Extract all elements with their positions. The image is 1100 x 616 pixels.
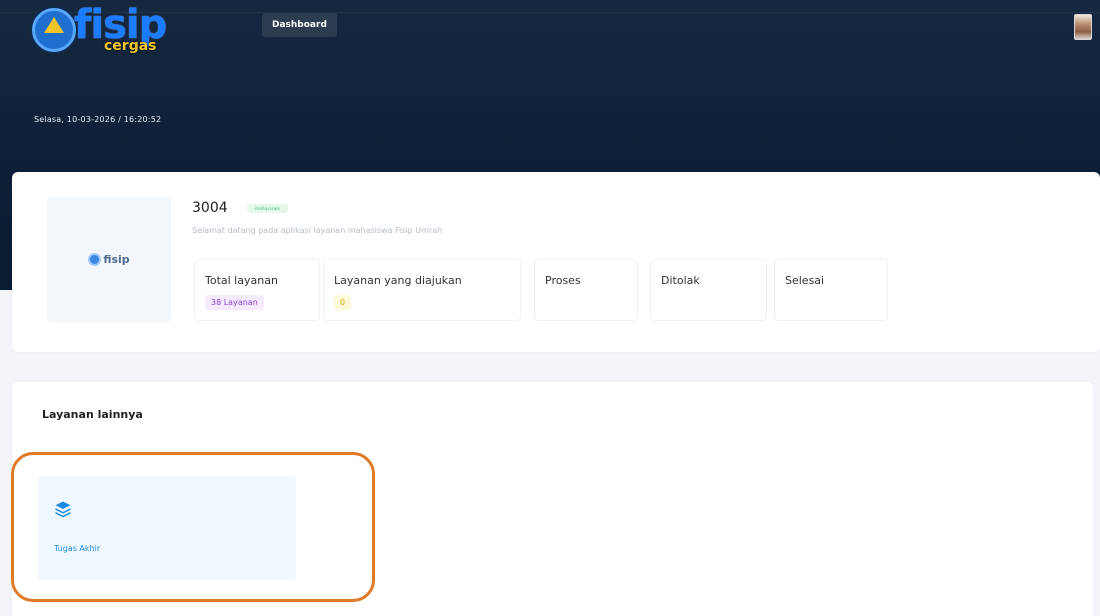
- logo-text: fisip: [103, 253, 130, 266]
- welcome-message: Selamat datang pada aplikasi layanan mah…: [192, 226, 443, 235]
- profile-logo: fisip: [47, 197, 171, 322]
- stat-value-badge: 38 Layanan: [205, 295, 264, 310]
- stat-layanan-diajukan[interactable]: Layanan yang diajukan 0: [323, 259, 521, 321]
- current-datetime: Selasa, 10-03-2026 / 16:20:52: [34, 115, 162, 124]
- stat-label: Layanan yang diajukan: [334, 274, 462, 287]
- stat-ditolak[interactable]: Ditolak: [650, 259, 767, 321]
- stat-label: Ditolak: [661, 274, 700, 287]
- nav-dashboard-button[interactable]: Dashboard: [262, 13, 337, 37]
- service-tugas-akhir[interactable]: Tugas Akhir: [38, 476, 296, 580]
- stat-label: Proses: [545, 274, 581, 287]
- user-id: 3004: [192, 200, 228, 216]
- stat-selesai[interactable]: Selesai: [774, 259, 888, 321]
- layers-icon: [55, 501, 71, 518]
- section-title: Layanan lainnya: [42, 408, 143, 421]
- other-services-card: Layanan lainnya Tugas Akhir: [12, 382, 1093, 616]
- stat-value-badge: 0: [334, 295, 352, 310]
- service-label: Tugas Akhir: [54, 544, 101, 553]
- stat-label: Total layanan: [205, 274, 278, 287]
- logo-subtext: cergas: [104, 38, 157, 54]
- fisip-logo: fisip: [88, 253, 130, 266]
- stat-proses[interactable]: Proses: [534, 259, 638, 321]
- role-badge: mahasiswa: [247, 204, 289, 213]
- app-logo[interactable]: fisip cergas: [24, 2, 184, 62]
- logo-triangle-icon: [44, 17, 64, 33]
- user-avatar[interactable]: [1074, 14, 1092, 40]
- profile-card: fisip 3004 mahasiswa Selamat datang pada…: [12, 172, 1100, 352]
- logo-emblem-icon: [88, 253, 102, 266]
- stat-total-layanan[interactable]: Total layanan 38 Layanan: [194, 259, 320, 321]
- stat-label: Selesai: [785, 274, 825, 287]
